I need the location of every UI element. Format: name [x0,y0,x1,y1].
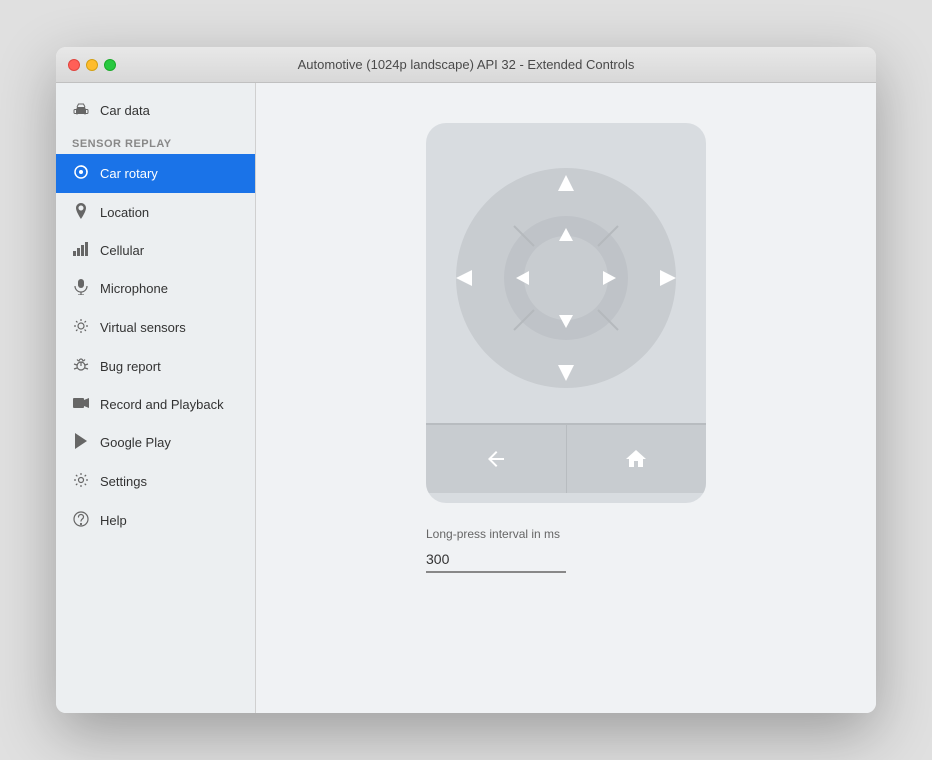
minimize-button[interactable] [86,59,98,71]
microphone-icon [72,279,90,298]
sidebar-item-bug-report[interactable]: Bug report [56,347,255,386]
help-icon [72,511,90,530]
sidebar-label-google-play: Google Play [100,435,171,450]
sidebar-label-bug-report: Bug report [100,359,161,374]
rotary-container: Long-press interval in ms [426,123,706,573]
google-play-icon [72,433,90,452]
close-button[interactable] [68,59,80,71]
interval-section: Long-press interval in ms [426,527,706,573]
sidebar-label-car-rotary: Car rotary [100,166,158,181]
sidebar-item-help[interactable]: Help [56,501,255,540]
sidebar-label-car-data: Car data [100,103,150,118]
nav-bar [426,423,706,493]
sensor-replay-label: Sensor Replay [72,138,172,150]
titlebar: Automotive (1024p landscape) API 32 - Ex… [56,47,876,83]
sidebar-label-cellular: Cellular [100,243,144,258]
sidebar: Car data Sensor Replay Car rotary [56,83,256,713]
record-icon [72,396,90,413]
rotary-dial-svg [426,123,706,423]
interval-input[interactable] [426,547,566,573]
bug-icon [72,357,90,376]
nav-home-button[interactable] [567,425,707,493]
location-icon [72,203,90,222]
sidebar-item-location[interactable]: Location [56,193,255,232]
sidebar-item-microphone[interactable]: Microphone [56,269,255,308]
sidebar-item-car-data[interactable]: Car data [56,91,255,130]
interval-label: Long-press interval in ms [426,527,706,541]
sidebar-item-car-rotary[interactable]: Car rotary [56,154,255,193]
main-window: Automotive (1024p landscape) API 32 - Ex… [56,47,876,713]
sidebar-item-record-playback[interactable]: Record and Playback [56,386,255,423]
sidebar-label-microphone: Microphone [100,281,168,296]
sidebar-label-virtual-sensors: Virtual sensors [100,320,186,335]
sidebar-section-sensor: Sensor Replay [56,130,255,154]
traffic-lights [68,59,116,71]
virtual-sensors-icon [72,318,90,337]
sidebar-item-cellular[interactable]: Cellular [56,232,255,269]
sidebar-label-settings: Settings [100,474,147,489]
rotary-widget [426,123,706,503]
maximize-button[interactable] [104,59,116,71]
rotary-icon [72,164,90,183]
window-title: Automotive (1024p landscape) API 32 - Ex… [298,57,635,72]
car-icon [72,101,90,120]
cellular-icon [72,242,90,259]
sidebar-label-help: Help [100,513,127,528]
main-panel: Long-press interval in ms [256,83,876,713]
sidebar-item-virtual-sensors[interactable]: Virtual sensors [56,308,255,347]
sidebar-item-google-play[interactable]: Google Play [56,423,255,462]
settings-icon [72,472,90,491]
content-area: Car data Sensor Replay Car rotary [56,83,876,713]
sidebar-label-record-playback: Record and Playback [100,397,224,412]
sidebar-item-settings[interactable]: Settings [56,462,255,501]
sidebar-label-location: Location [100,205,149,220]
nav-back-button[interactable] [426,425,567,493]
